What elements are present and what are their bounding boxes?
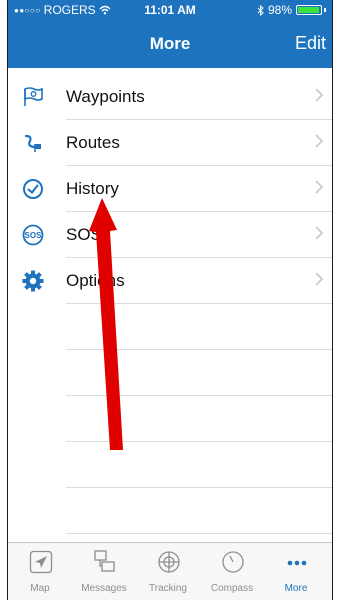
divider (66, 395, 332, 396)
chevron-right-icon (315, 272, 324, 286)
tab-messages[interactable]: Messages (72, 543, 136, 600)
edit-button[interactable]: Edit (295, 33, 326, 54)
status-bar: ●●○○○ ROGERS 11:01 AM 98% (8, 0, 332, 20)
tab-more[interactable]: More (264, 543, 328, 600)
tab-map[interactable]: Map (8, 543, 72, 600)
nav-bar: More Edit (8, 20, 332, 68)
compass-icon (222, 551, 244, 573)
svg-text:SOS: SOS (25, 231, 43, 240)
map-arrow-icon (29, 550, 53, 574)
menu-item-label: History (66, 179, 119, 198)
menu-item-label: Options (66, 271, 125, 290)
chevron-right-icon (315, 134, 324, 148)
bluetooth-icon (257, 4, 264, 16)
menu-item-sos[interactable]: SOS SOS (8, 211, 332, 257)
chevron-right-icon (315, 226, 324, 240)
divider (66, 349, 332, 350)
battery-percent: 98% (267, 3, 292, 17)
battery-icon (296, 5, 322, 15)
gear-icon (22, 270, 44, 292)
waypoint-flag-icon (24, 87, 43, 106)
menu-item-label: Routes (66, 133, 120, 152)
route-icon (24, 134, 41, 152)
tracking-icon (158, 551, 180, 573)
menu-item-label: SOS (66, 225, 102, 244)
menu-item-waypoints[interactable]: Waypoints (8, 73, 332, 119)
messages-icon (94, 550, 115, 572)
tab-bar: Map Messages Tracking Compass More (8, 542, 332, 600)
tab-compass[interactable]: Compass (200, 543, 264, 600)
menu-item-routes[interactable]: Routes (8, 119, 332, 165)
tab-tracking[interactable]: Tracking (136, 543, 200, 600)
header: ●●○○○ ROGERS 11:01 AM 98% More Edit (8, 0, 332, 68)
history-clock-icon (23, 179, 43, 199)
tab-label: Map (30, 583, 50, 594)
menu-item-label: Waypoints (66, 87, 145, 106)
tab-label: More (284, 583, 308, 594)
menu-list: Waypoints Routes History SOS SOS Options (8, 68, 332, 542)
divider (66, 533, 332, 534)
tab-label: Compass (210, 583, 254, 594)
phone-screen: ●●○○○ ROGERS 11:01 AM 98% More Edit Wayp… (7, 0, 333, 600)
menu-item-history[interactable]: History (8, 165, 332, 211)
tab-label: Tracking (149, 583, 187, 594)
divider (66, 487, 332, 488)
sos-icon: SOS (22, 224, 44, 246)
menu-item-options[interactable]: Options (8, 257, 332, 303)
chevron-right-icon (315, 88, 324, 102)
chevron-right-icon (315, 180, 324, 194)
divider (66, 303, 332, 304)
divider (66, 441, 332, 442)
more-dots-icon (287, 560, 307, 566)
tab-label: Messages (81, 583, 127, 594)
page-title: More (149, 34, 191, 53)
